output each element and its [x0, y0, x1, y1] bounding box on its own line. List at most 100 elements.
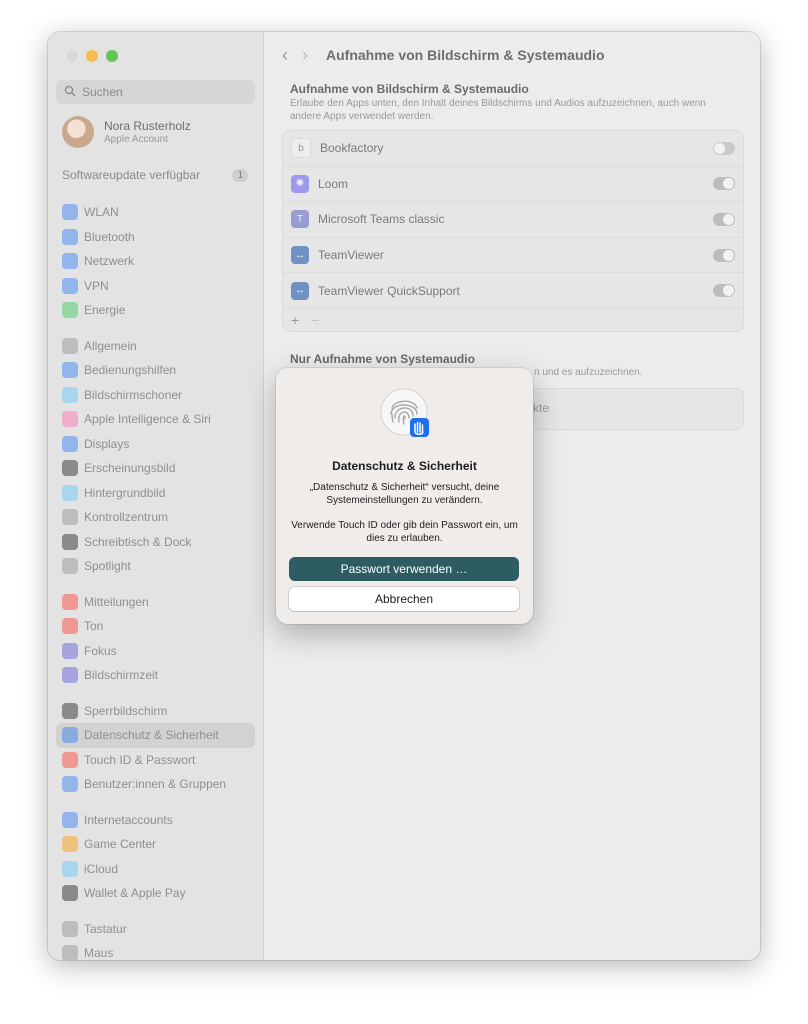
- traffic-lights: [66, 50, 118, 62]
- add-button[interactable]: +: [291, 312, 299, 328]
- app-permission-toggle[interactable]: [713, 177, 735, 191]
- apple-account[interactable]: Nora Rusterholz Apple Account: [62, 116, 191, 148]
- sidebar-item-label: Erscheinungsbild: [84, 461, 176, 476]
- sidebar-item-hintergrundbild[interactable]: Hintergrundbild: [56, 481, 255, 506]
- sidebar-item-sperrbildschirm[interactable]: Sperrbildschirm: [56, 699, 255, 724]
- app-row: ✺ Loom: [283, 167, 743, 203]
- sidebar-separator: [56, 579, 255, 590]
- sidebar-item-label: Kontrollzentrum: [84, 510, 169, 525]
- app-row: T Microsoft Teams classic: [283, 202, 743, 238]
- sidebar-item-vpn[interactable]: VPN: [56, 274, 255, 299]
- search-field[interactable]: Suchen: [56, 80, 255, 104]
- sidebar-item-label: Hintergrundbild: [84, 485, 166, 500]
- sidebar-item-label: Allgemein: [84, 338, 137, 353]
- use-password-button[interactable]: Passwort verwenden …: [289, 557, 519, 581]
- app-permission-toggle[interactable]: [713, 284, 735, 298]
- ton-icon: [62, 618, 78, 635]
- dialog-title: Datenschutz & Sicherheit: [332, 459, 477, 473]
- sidebar-item-spotlight[interactable]: Spotlight: [56, 554, 255, 579]
- apple-intelligence-siri-icon: [62, 411, 78, 428]
- dialog-message-touchid: Verwende Touch ID oder gib dein Passwort…: [291, 520, 518, 544]
- tastatur-icon: [62, 920, 78, 937]
- sidebar-item-kontrollzentrum[interactable]: Kontrollzentrum: [56, 505, 255, 530]
- sidebar-item-bluetooth[interactable]: Bluetooth: [56, 225, 255, 250]
- teams-icon: T: [291, 210, 309, 229]
- zoom-button[interactable]: [106, 50, 118, 62]
- app-list-panel: b Bookfactory ✺ Loom T Microsoft Teams classi…: [282, 130, 744, 332]
- sidebar-item-displays[interactable]: Displays: [56, 432, 255, 457]
- app-permission-toggle[interactable]: [713, 212, 735, 226]
- software-update-item[interactable]: Softwareupdate verfügbar 1: [62, 168, 248, 182]
- sidebar-item-game-center[interactable]: Game Center: [56, 832, 255, 857]
- account-name: Nora Rusterholz: [104, 119, 191, 133]
- section2-title: Nur Aufnahme von Systemaudio: [290, 352, 475, 366]
- search-placeholder: Suchen: [82, 85, 123, 99]
- sidebar-item-mitteilungen[interactable]: Mitteilungen: [56, 590, 255, 615]
- sidebar-item-bildschirmschoner[interactable]: Bildschirmschoner: [56, 383, 255, 408]
- sidebar-item-label: Benutzer:innen & Gruppen: [84, 777, 227, 792]
- sidebar-item-energie[interactable]: Energie: [56, 298, 255, 323]
- sidebar-item-fokus[interactable]: Fokus: [56, 639, 255, 664]
- sidebar-item-label: Game Center: [84, 837, 157, 852]
- displays-icon: [62, 435, 78, 452]
- sidebar-separator: [56, 323, 255, 334]
- update-badge: 1: [232, 168, 248, 182]
- avatar: [62, 116, 94, 148]
- sidebar-item-label: Internetaccounts: [84, 812, 173, 827]
- sidebar-item-benutzer-innen-gruppen[interactable]: Benutzer:innen & Gruppen: [56, 772, 255, 797]
- sidebar-item-internetaccounts[interactable]: Internetaccounts: [56, 808, 255, 833]
- icloud-icon: [62, 860, 78, 877]
- sidebar-item-ton[interactable]: Ton: [56, 614, 255, 639]
- mitteilungen-icon: [62, 593, 78, 610]
- sidebar-item-wallet-apple-pay[interactable]: Wallet & Apple Pay: [56, 881, 255, 906]
- game-center-icon: [62, 836, 78, 853]
- sidebar-item-label: Ton: [84, 619, 104, 634]
- erscheinungsbild-icon: [62, 460, 78, 477]
- kontrollzentrum-icon: [62, 509, 78, 526]
- search-icon: [64, 85, 76, 100]
- hintergrundbild-icon: [62, 484, 78, 501]
- app-name: Microsoft Teams classic: [318, 212, 445, 227]
- fokus-icon: [62, 642, 78, 659]
- sidebar-separator: [56, 688, 255, 699]
- sidebar-item-allgemein[interactable]: Allgemein: [56, 334, 255, 359]
- sidebar-item-apple-intelligence-siri[interactable]: Apple Intelligence & Siri: [56, 407, 255, 432]
- sidebar-item-label: Fokus: [84, 643, 117, 658]
- sidebar-item-wlan[interactable]: WLAN: [56, 200, 255, 225]
- section-description: Erlaube den Apps unten, den Inhalt deine…: [290, 98, 706, 122]
- sidebar-item-bedienungshilfen[interactable]: Bedienungshilfen: [56, 358, 255, 383]
- forward-chevron-icon[interactable]: ›: [302, 46, 308, 64]
- app-name: TeamViewer QuickSupport: [318, 283, 460, 298]
- minimize-button[interactable]: [86, 50, 98, 62]
- sidebar-item-netzwerk[interactable]: Netzwerk: [56, 249, 255, 274]
- remove-button[interactable]: −: [311, 312, 319, 328]
- datenschutz-sicherheit-icon: [62, 727, 78, 744]
- sidebar-item-schreibtisch-dock[interactable]: Schreibtisch & Dock: [56, 530, 255, 555]
- account-subtitle: Apple Account: [104, 134, 168, 145]
- sidebar-nav: WLAN Bluetooth Netzwerk VPN Energie Allgemein…: [56, 200, 255, 960]
- auth-dialog: Datenschutz & Sicherheit „Datenschutz & …: [276, 368, 533, 624]
- sidebar-item-touch-id-passwort[interactable]: Touch ID & Passwort: [56, 748, 255, 773]
- wlan-icon: [62, 204, 78, 221]
- sidebar-item-label: Netzwerk: [84, 254, 135, 269]
- sidebar-item-datenschutz-sicherheit[interactable]: Datenschutz & Sicherheit: [56, 723, 255, 748]
- app-row: ↔ TeamViewer: [283, 238, 743, 274]
- allgemein-icon: [62, 337, 78, 354]
- sidebar-item-bildschirmzeit[interactable]: Bildschirmzeit: [56, 663, 255, 688]
- wallet-apple-pay-icon: [62, 885, 78, 902]
- sidebar-item-tastatur[interactable]: Tastatur: [56, 917, 255, 942]
- sidebar-item-label: Bildschirmschoner: [84, 387, 183, 402]
- section2-panel-text: kte: [533, 401, 550, 415]
- touch-id-fingerprint-icon: [380, 388, 430, 438]
- sidebar-item-erscheinungsbild[interactable]: Erscheinungsbild: [56, 456, 255, 481]
- app-permission-toggle[interactable]: [713, 248, 735, 262]
- close-button[interactable]: [66, 50, 78, 62]
- dialog-message: „Datenschutz & Sicherheit“ versucht, dei…: [309, 482, 500, 506]
- sidebar-item-icloud[interactable]: iCloud: [56, 857, 255, 882]
- app-row: ↔ TeamViewer QuickSupport: [283, 273, 743, 309]
- back-chevron-icon[interactable]: ‹: [282, 46, 288, 64]
- sidebar-item-maus[interactable]: Maus: [56, 941, 255, 960]
- cancel-button[interactable]: Abbrechen: [289, 587, 519, 611]
- app-permission-toggle[interactable]: [713, 141, 735, 155]
- sidebar-item-label: Touch ID & Passwort: [84, 752, 196, 767]
